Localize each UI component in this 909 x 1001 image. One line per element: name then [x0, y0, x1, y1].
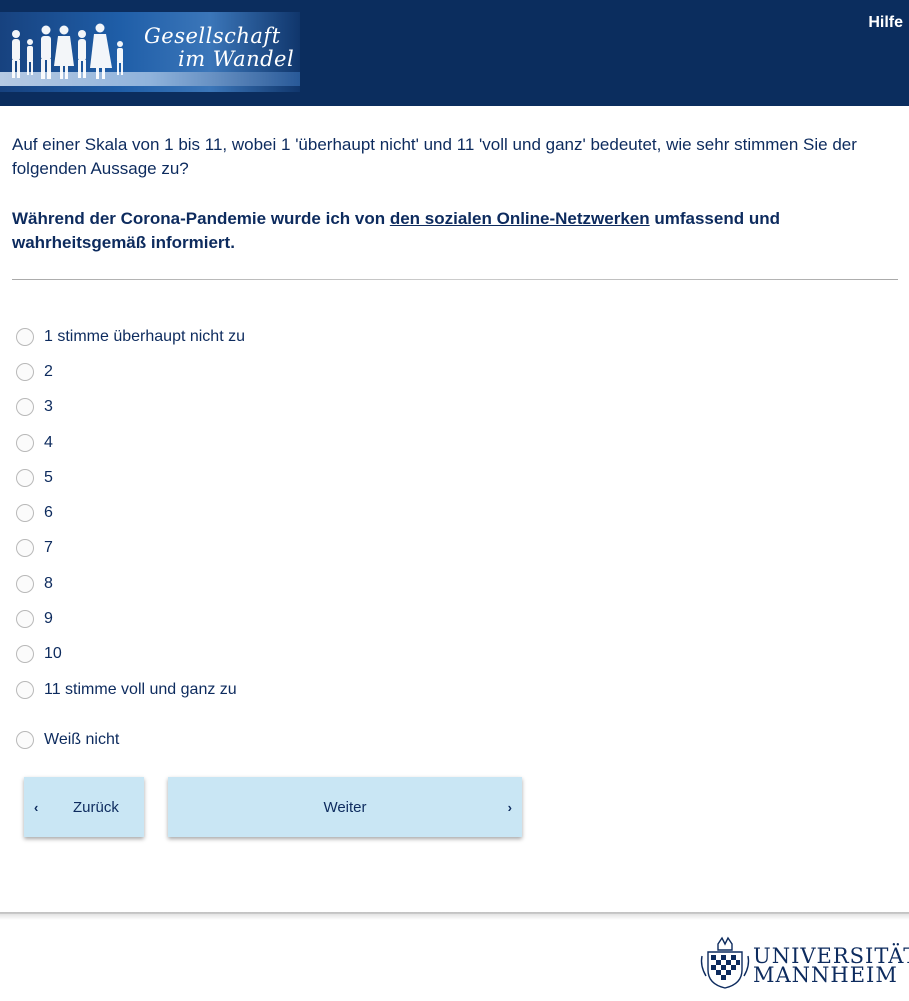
radio-button[interactable]: [16, 610, 34, 629]
divider: [12, 279, 898, 280]
radio-button[interactable]: [16, 730, 34, 749]
back-button[interactable]: ‹ Zurück: [24, 777, 144, 837]
option-1[interactable]: 1 stimme überhaupt nicht zu: [16, 319, 616, 354]
radio-button[interactable]: [16, 398, 34, 417]
radio-button[interactable]: [16, 433, 34, 452]
option-2[interactable]: 2: [16, 354, 616, 389]
option-label: 9: [44, 610, 53, 628]
back-button-label: Zurück: [73, 798, 119, 816]
logo-text-line1: Gesellschaft: [144, 24, 281, 48]
option-label: 8: [44, 574, 53, 592]
option-label: 4: [44, 433, 53, 451]
statement-before: Während der Corona-Pandemie wurde ich vo…: [12, 209, 390, 228]
option-4[interactable]: 4: [16, 425, 616, 460]
radio-button[interactable]: [16, 645, 34, 664]
option-5[interactable]: 5: [16, 460, 616, 495]
option-8[interactable]: 8: [16, 566, 616, 601]
option-10[interactable]: 10: [16, 637, 616, 672]
statement-text: Während der Corona-Pandemie wurde ich vo…: [12, 207, 892, 255]
question-text: Auf einer Skala von 1 bis 11, wobei 1 'ü…: [12, 135, 857, 178]
university-mannheim-logo: UNIVERSITÄT MANNHEIM: [698, 932, 909, 990]
help-link[interactable]: Hilfe: [868, 14, 903, 32]
university-crest-icon: [700, 936, 750, 989]
option-9[interactable]: 9: [16, 601, 616, 636]
option-label: 1 stimme überhaupt nicht zu: [44, 327, 245, 345]
option-dont-know[interactable]: Weiß nicht: [16, 722, 616, 757]
next-button-label: Weiter: [323, 798, 367, 816]
option-label: 10: [44, 645, 62, 663]
radio-button[interactable]: [16, 539, 34, 558]
footer-shadow: [0, 912, 909, 920]
chevron-right-icon: ›: [507, 799, 512, 815]
option-label: 6: [44, 504, 53, 522]
social-networks-link[interactable]: den sozialen Online-Netzwerken: [390, 209, 650, 228]
option-label: 2: [44, 362, 53, 380]
gesellschaft-im-wandel-logo: Gesellschaft im Wandel: [0, 12, 300, 92]
option-label: Weiß nicht: [44, 730, 120, 748]
option-label: 11 stimme voll und ganz zu: [44, 680, 237, 698]
option-11[interactable]: 11 stimme voll und ganz zu: [16, 672, 616, 707]
chevron-left-icon: ‹: [34, 799, 39, 815]
university-name-line2: MANNHEIM: [753, 963, 898, 987]
radio-button[interactable]: [16, 680, 34, 699]
people-silhouettes-icon: [12, 23, 123, 79]
radio-button[interactable]: [16, 574, 34, 593]
option-label: 3: [44, 398, 53, 416]
option-6[interactable]: 6: [16, 495, 616, 530]
option-label: 5: [44, 468, 53, 486]
option-7[interactable]: 7: [16, 531, 616, 566]
next-button[interactable]: Weiter ›: [168, 777, 522, 837]
radio-button[interactable]: [16, 504, 34, 523]
header-bar: Gesellschaft im Wandel Hilfe: [0, 0, 909, 106]
option-label: 7: [44, 539, 53, 557]
answer-options: 1 stimme überhaupt nicht zu 2 3 4 5 6 7 …: [16, 319, 616, 758]
radio-button[interactable]: [16, 468, 34, 487]
option-3[interactable]: 3: [16, 390, 616, 425]
radio-button[interactable]: [16, 362, 34, 381]
logo-text-line2: im Wandel: [178, 47, 295, 71]
radio-button[interactable]: [16, 327, 34, 346]
